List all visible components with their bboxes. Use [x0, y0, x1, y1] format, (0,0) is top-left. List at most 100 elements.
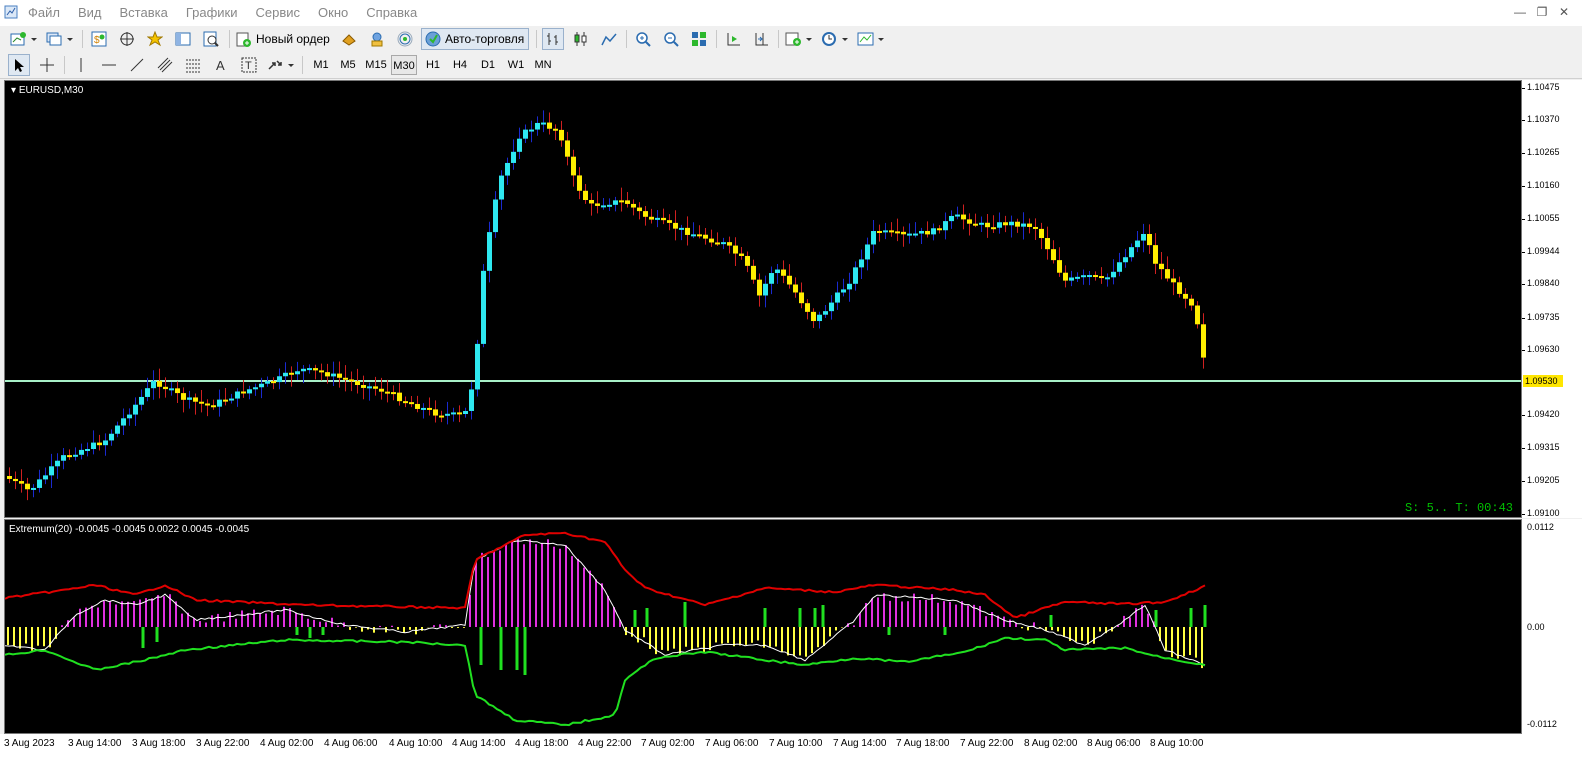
favorites-icon[interactable] — [144, 28, 166, 50]
price-label: 1.10055 — [1527, 213, 1560, 223]
text-icon[interactable]: A — [210, 54, 232, 76]
navigator-icon[interactable] — [116, 28, 138, 50]
timeframe-h4[interactable]: H4 — [447, 55, 473, 75]
timeframe-mn[interactable]: MN — [530, 55, 556, 75]
menu-item[interactable]: Графики — [186, 0, 247, 26]
candle-body — [271, 381, 276, 384]
candle-body — [787, 275, 792, 285]
candle-body — [25, 483, 30, 490]
price-tick — [1522, 153, 1525, 154]
new-order-button[interactable]: Новый ордер — [234, 28, 330, 50]
autotrading-icon — [425, 31, 441, 47]
timeframe-h1[interactable]: H1 — [420, 55, 446, 75]
menu-item[interactable]: Справка — [366, 0, 426, 26]
timeframe-m30[interactable]: M30 — [391, 55, 417, 75]
signals-icon[interactable] — [338, 28, 360, 50]
candle-body — [457, 412, 462, 415]
timeframe-m5[interactable]: M5 — [335, 55, 361, 75]
fibonacci-icon[interactable] — [182, 54, 204, 76]
trendline-icon[interactable] — [126, 54, 148, 76]
candle-body — [343, 377, 348, 380]
candles-layer — [5, 110, 1521, 501]
text-label-icon[interactable]: T — [238, 54, 260, 76]
crosshair-icon[interactable] — [36, 54, 58, 76]
price-tick — [1522, 88, 1525, 89]
templates-icon[interactable] — [856, 28, 886, 50]
candle-body — [373, 386, 378, 389]
candle-body — [985, 222, 990, 228]
vertical-line-icon[interactable] — [70, 54, 92, 76]
candle-body — [805, 303, 810, 312]
candle-body — [1033, 226, 1038, 229]
menu-item[interactable]: Окно — [318, 0, 357, 26]
candle-body — [337, 373, 342, 378]
autotrading-button[interactable]: Авто-торговля — [421, 28, 529, 50]
candle-body — [937, 228, 942, 231]
market-watch-icon[interactable]: $ — [88, 28, 110, 50]
auto-scroll-icon[interactable] — [722, 28, 744, 50]
line-chart-icon[interactable] — [598, 28, 620, 50]
indicator-axis-label: -0.0112 — [1527, 719, 1557, 729]
minimize-icon[interactable]: — — [1510, 4, 1530, 20]
candle-body — [607, 204, 612, 207]
candle-body — [883, 230, 888, 233]
price-tick — [1522, 219, 1525, 220]
candle-body — [1159, 263, 1164, 270]
tile-windows-icon[interactable] — [688, 28, 710, 50]
chart-shift-icon[interactable] — [750, 28, 772, 50]
svg-text:A: A — [216, 58, 225, 73]
zoom-out-icon[interactable] — [660, 28, 682, 50]
cursor-icon[interactable] — [8, 54, 30, 76]
horizontal-line-icon[interactable] — [98, 54, 120, 76]
candle-body — [7, 476, 12, 479]
candle-body — [31, 487, 36, 490]
price-chart[interactable]: ▾ EURUSD,M30 S: 5.. T: 00:43 — [4, 80, 1522, 518]
candle-body — [571, 156, 576, 176]
restore-icon[interactable]: ❐ — [1532, 4, 1552, 20]
menu-item[interactable]: Файл — [28, 0, 69, 26]
timeframe-w1[interactable]: W1 — [503, 55, 529, 75]
candle-body — [235, 391, 240, 399]
price-tick — [1522, 284, 1525, 285]
candle-body — [151, 380, 156, 389]
price-tick — [1522, 350, 1525, 351]
periods-icon[interactable] — [820, 28, 850, 50]
candle-body — [421, 407, 426, 410]
candle-body — [529, 129, 534, 132]
candle-body — [685, 227, 690, 235]
candlesticks-icon[interactable] — [570, 28, 592, 50]
arrows-icon[interactable] — [266, 54, 296, 76]
candle-body — [853, 267, 858, 284]
candle-body — [1111, 271, 1116, 278]
equidistant-channel-icon[interactable] — [154, 54, 176, 76]
bar-chart-icon[interactable] — [542, 28, 564, 50]
data-window-icon[interactable] — [172, 28, 194, 50]
candle-body — [355, 381, 360, 386]
broadcast-icon[interactable] — [394, 28, 416, 50]
candle-body — [397, 392, 402, 402]
price-tick — [1522, 318, 1525, 319]
new-chart-icon[interactable] — [8, 28, 38, 50]
timeframe-d1[interactable]: D1 — [475, 55, 501, 75]
candle-body — [205, 403, 210, 406]
time-label: 4 Aug 22:00 — [578, 738, 632, 749]
tester-icon[interactable] — [200, 28, 222, 50]
candle-body — [793, 284, 798, 293]
zoom-in-icon[interactable] — [632, 28, 654, 50]
price-label: 1.09420 — [1527, 409, 1560, 419]
timeframe-m1[interactable]: M1 — [308, 55, 334, 75]
time-label: 4 Aug 14:00 — [452, 738, 506, 749]
menu-item[interactable]: Вставка — [120, 0, 177, 26]
close-icon[interactable]: ✕ — [1554, 4, 1574, 20]
candle-body — [1087, 275, 1092, 278]
candle-body — [709, 238, 714, 243]
timeframe-m15[interactable]: M15 — [363, 55, 389, 75]
market-icon[interactable] — [366, 28, 388, 50]
profiles-icon[interactable] — [44, 28, 74, 50]
menu-item[interactable]: Вид — [78, 0, 111, 26]
indicators-icon[interactable] — [784, 28, 814, 50]
menu-item[interactable]: Сервис — [256, 0, 310, 26]
candle-body — [595, 203, 600, 206]
indicator-window[interactable]: Extremum(20) -0.0045 -0.0045 0.0022 0.00… — [4, 519, 1522, 734]
candle-body — [871, 231, 876, 245]
